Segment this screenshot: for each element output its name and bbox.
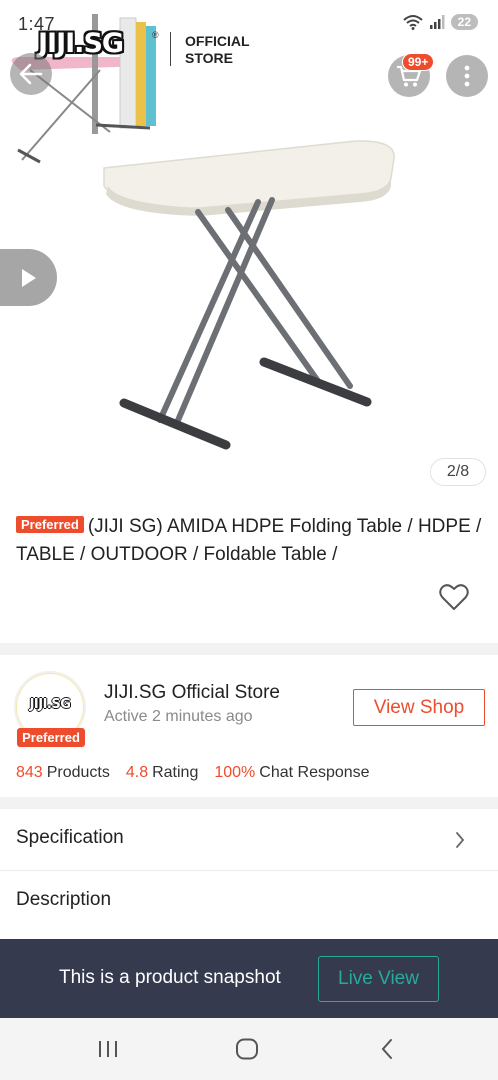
nav-back-button[interactable]: [372, 1036, 402, 1062]
preferred-badge: Preferred: [16, 516, 84, 533]
snapshot-text: This is a product snapshot: [59, 967, 281, 988]
stat-value: 4.8: [125, 764, 149, 781]
status-icons: 22: [402, 14, 478, 30]
heart-icon: [439, 584, 469, 610]
status-bar: 1:47 22: [0, 0, 498, 50]
like-button[interactable]: [439, 583, 469, 611]
shop-stat-products: 843 Products: [16, 764, 110, 782]
stat-value: 100%: [214, 764, 256, 781]
image-counter: 2/8: [430, 458, 486, 486]
shop-stat-rating: 4.8 Rating: [126, 764, 199, 782]
home-icon: [236, 1038, 258, 1060]
section-gap: [0, 643, 498, 655]
more-options-button[interactable]: [446, 55, 488, 97]
stat-value: 843: [16, 764, 43, 781]
more-vert-icon: [464, 65, 470, 87]
play-video-button[interactable]: [0, 249, 57, 306]
recent-apps-icon: [99, 1041, 117, 1057]
shop-stats: 843 Products 4.8 Rating 100% Chat Response: [16, 764, 370, 782]
battery-indicator: 22: [450, 14, 478, 30]
description-label: Description: [16, 889, 112, 910]
shop-stat-chat-response: 100% Chat Response: [214, 764, 369, 782]
shop-avatar-logo: JIJI.SG: [29, 697, 71, 712]
view-shop-button[interactable]: View Shop: [353, 689, 485, 726]
product-title: (JIJI SG) AMIDA HDPE Folding Table / HDP…: [16, 516, 482, 565]
stat-label: Products: [46, 764, 110, 781]
home-button[interactable]: [232, 1036, 262, 1062]
brand-tagline-line2: STORE: [185, 50, 233, 66]
signal-icon: [429, 15, 445, 29]
play-icon: [21, 268, 36, 287]
live-view-button[interactable]: Live View: [318, 956, 439, 1002]
shop-name[interactable]: JIJI.SG Official Store: [104, 682, 280, 704]
recent-apps-button[interactable]: [93, 1036, 123, 1062]
section-gap: [0, 797, 498, 809]
back-button[interactable]: [10, 53, 52, 95]
specification-label: Specification: [16, 827, 124, 848]
nav-back-icon: [381, 1039, 392, 1059]
shop-preferred-badge: Preferred: [17, 728, 85, 747]
stat-label: Rating: [152, 764, 199, 781]
back-arrow-icon: [19, 63, 43, 85]
status-time: 1:47: [18, 14, 56, 34]
shop-active-status: Active 2 minutes ago: [104, 708, 253, 725]
snapshot-bar: This is a product snapshot Live View: [0, 939, 498, 1018]
chevron-right-icon: [456, 832, 465, 848]
cart-count-badge: 99+: [402, 53, 435, 71]
product-title-block: Preferred (JIJI SG) AMIDA HDPE Folding Ta…: [16, 513, 486, 569]
specification-row[interactable]: Specification: [0, 809, 498, 871]
description-row[interactable]: Description: [0, 871, 498, 933]
stat-label: Chat Response: [259, 764, 370, 781]
wifi-icon: [402, 15, 423, 30]
system-nav-bar: [0, 1018, 498, 1080]
